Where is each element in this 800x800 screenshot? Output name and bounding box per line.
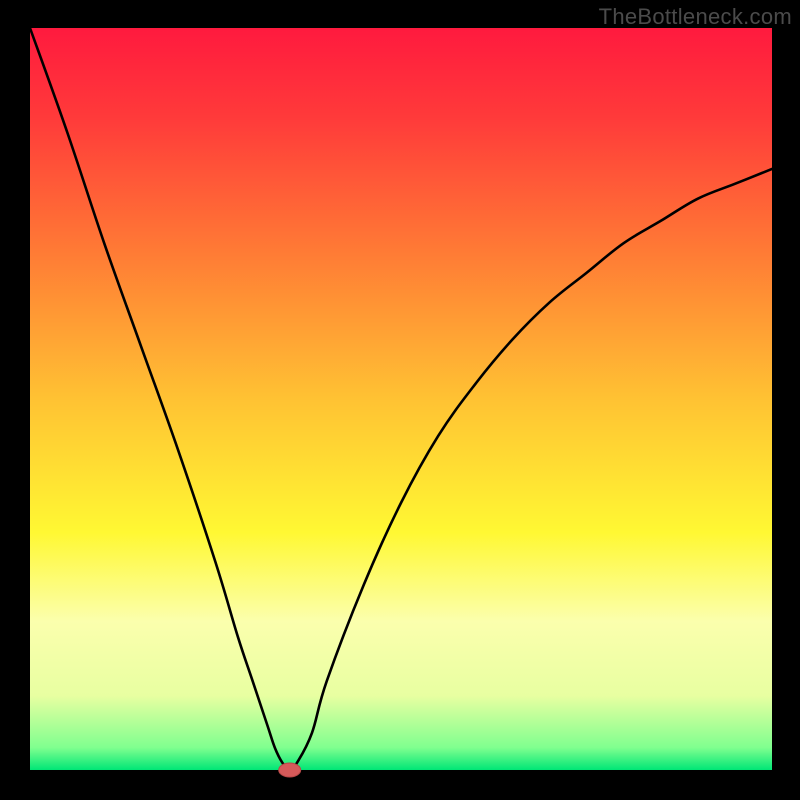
chart-container: TheBottleneck.com	[0, 0, 800, 800]
watermark-text: TheBottleneck.com	[599, 4, 792, 30]
plot-background	[30, 28, 772, 770]
bottleneck-chart	[0, 0, 800, 800]
optimal-point-marker	[279, 763, 301, 777]
